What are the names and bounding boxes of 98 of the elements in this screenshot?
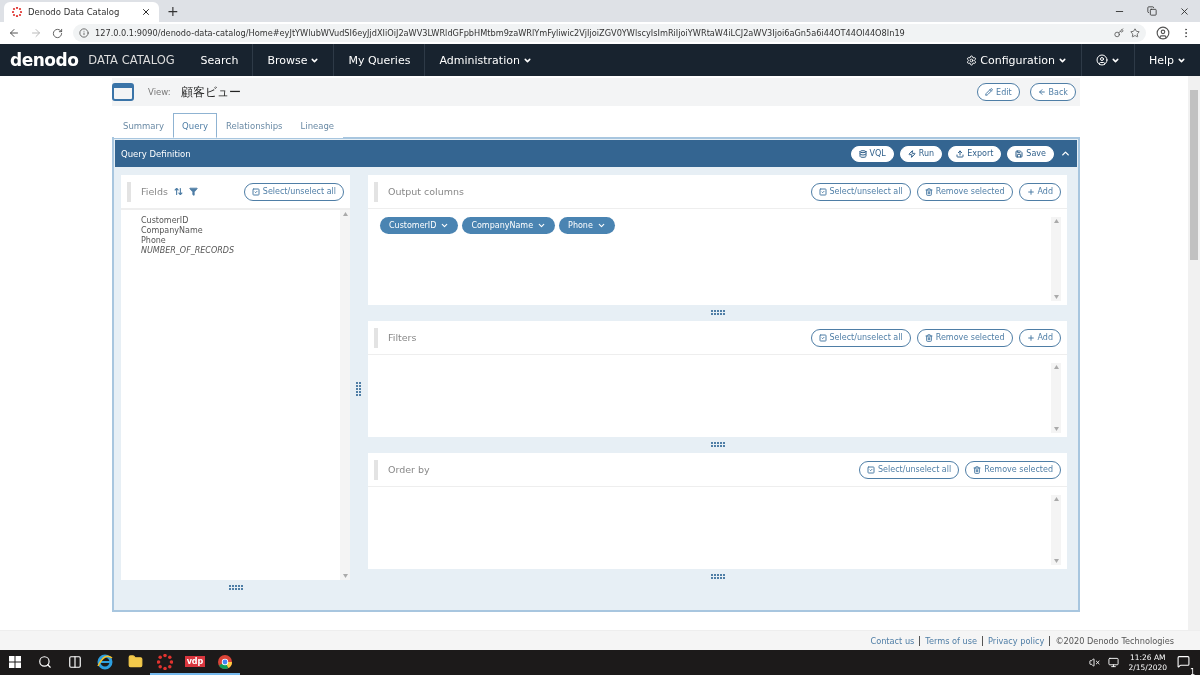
select-all-button[interactable]: Select/unselect all <box>243 182 344 201</box>
trash-icon <box>924 187 933 196</box>
section-title: Filters <box>388 332 417 343</box>
view-name: 顧客ビュー <box>180 83 241 101</box>
network-icon[interactable] <box>1107 657 1119 668</box>
section-title: Output columns <box>388 186 464 197</box>
logo-icon <box>157 653 173 670</box>
folder-icon <box>127 654 143 669</box>
checkbox-icon <box>867 465 876 474</box>
collapse-icon[interactable] <box>1060 148 1071 159</box>
export-button[interactable]: Export <box>948 145 1002 162</box>
field-item[interactable]: Phone <box>141 236 320 246</box>
plus-icon <box>1026 333 1035 342</box>
drag-handle-icon[interactable] <box>710 574 725 580</box>
drag-handle-icon[interactable] <box>356 382 362 396</box>
reload-icon[interactable] <box>52 27 63 39</box>
field-item[interactable]: CustomerID <box>141 216 320 226</box>
caret-icon <box>440 221 450 230</box>
remove-selected-button[interactable]: Remove selected <box>965 460 1061 479</box>
back-button[interactable]: Back <box>1029 83 1076 101</box>
nav-item[interactable]: Administration <box>424 44 546 76</box>
close-icon[interactable] <box>1179 5 1190 17</box>
app-label: vdp <box>184 656 206 667</box>
caret-icon <box>596 221 606 230</box>
remove-selected-button[interactable]: Remove selected <box>916 182 1013 201</box>
chrome-icon <box>217 653 233 670</box>
tab-title: Denodo Data Catalog <box>28 7 121 17</box>
field-item[interactable]: CompanyName <box>141 226 320 236</box>
settings-icon <box>966 54 978 66</box>
panel-title: Query Definition <box>121 148 192 159</box>
edit-button[interactable]: Edit <box>977 83 1020 101</box>
column-chip[interactable]: Phone <box>559 217 615 234</box>
column-chip[interactable]: CustomerID <box>380 217 459 234</box>
vql-button[interactable]: VQL <box>850 145 894 162</box>
footer-link[interactable]: Terms of use <box>925 635 978 646</box>
nav-item[interactable]: My Queries <box>333 44 425 76</box>
tab[interactable]: Query <box>173 113 217 138</box>
checkbox-icon <box>818 333 827 342</box>
drag-handle-icon[interactable] <box>710 310 725 316</box>
windows-logo-icon[interactable] <box>9 655 21 668</box>
footer-link[interactable]: Contact us <box>870 635 915 646</box>
key-icon[interactable] <box>1114 28 1124 38</box>
restore-icon[interactable] <box>1147 5 1157 16</box>
add-button[interactable]: Add <box>1018 182 1061 201</box>
sort-icon[interactable] <box>173 187 183 196</box>
notification-icon[interactable] <box>1177 655 1190 668</box>
logo-icon <box>12 7 22 17</box>
star-icon[interactable] <box>1130 28 1140 38</box>
run-button[interactable]: Run <box>899 145 943 162</box>
select-all-button[interactable]: Select/unselect all <box>810 182 911 201</box>
logo-text: denodo <box>10 50 79 70</box>
browser-e-icon <box>97 653 113 670</box>
pencil-icon <box>985 88 994 96</box>
arrow-left-icon <box>1037 88 1046 96</box>
lightning-icon <box>907 149 916 158</box>
new-tab-button[interactable]: + <box>167 3 179 19</box>
taskbar-app[interactable]: vdp <box>180 650 210 675</box>
database-icon <box>858 149 867 158</box>
checkbox-icon <box>251 187 260 196</box>
filter-icon[interactable] <box>188 187 198 196</box>
copyright-text: ©2020 Denodo Technologies <box>1055 635 1174 646</box>
section-title: Fields <box>141 186 168 197</box>
address-bar[interactable]: 127.0.0.1:9090/denodo-data-catalog/Home#eyJtYWlubWVudSI6eyJjdXIiOiJ2aWV3LWRldGFpbHMtbm9zaWRlYmFyliwic2VjIjoiZGV0YWlscyIsImRiIjoiYWRtaW4iLCJ2aWV3Ijoi6aGn5a6i44OT44Ol44O8In19 <box>73 24 1146 42</box>
info-icon <box>79 28 89 38</box>
notification-count: 1 <box>1188 668 1196 675</box>
trash-icon <box>973 465 982 474</box>
save-icon <box>1015 149 1024 158</box>
select-all-button[interactable]: Select/unselect all <box>859 460 960 479</box>
nav-item[interactable]: Configuration <box>952 44 1081 76</box>
section-title: Order by <box>388 464 430 475</box>
drag-handle-icon[interactable] <box>710 442 725 448</box>
close-icon[interactable] <box>141 7 151 17</box>
scrollbar-thumb[interactable] <box>1190 90 1198 260</box>
upload-icon <box>956 149 965 158</box>
view-label: View: <box>148 87 171 97</box>
column-chip[interactable]: CompanyName <box>462 217 556 234</box>
footer-link[interactable]: Privacy policy <box>988 635 1045 646</box>
product-name: DATA CATALOG <box>88 53 175 67</box>
select-all-button[interactable]: Select/unselect all <box>810 328 911 347</box>
add-button[interactable]: Add <box>1018 328 1061 347</box>
caret-icon <box>537 221 547 230</box>
nav-item[interactable]: Browse <box>252 44 334 76</box>
search-icon <box>38 654 52 669</box>
plus-icon <box>1026 187 1035 196</box>
drag-handle-icon[interactable] <box>228 585 243 591</box>
nav-item[interactable]: Search <box>186 44 253 76</box>
field-item[interactable]: NUMBER_OF_RECORDS <box>141 246 320 256</box>
window-icon <box>112 83 134 101</box>
remove-selected-button[interactable]: Remove selected <box>916 328 1013 347</box>
browser-tab[interactable]: Denodo Data Catalog <box>4 2 159 22</box>
checkbox-icon <box>818 187 827 196</box>
save-button[interactable]: Save <box>1007 145 1054 162</box>
mute-icon[interactable] <box>1088 657 1100 668</box>
trash-icon <box>924 333 933 342</box>
task-view-icon <box>68 654 82 669</box>
user-icon <box>1095 54 1108 66</box>
profile-icon[interactable] <box>1156 26 1170 40</box>
back-arrow-icon[interactable] <box>8 27 20 39</box>
